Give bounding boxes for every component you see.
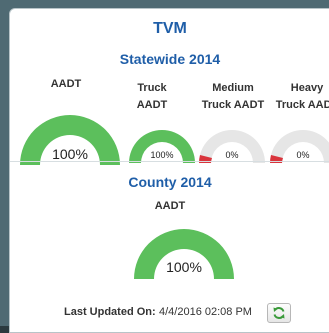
gauge-label-county-aadt: AADT bbox=[154, 200, 186, 212]
last-updated-label: Last Updated On: bbox=[64, 306, 156, 318]
gauge-label-heavy-truck-aadt: Heavy Truck AADT bbox=[275, 82, 329, 111]
window-backdrop: TVM × Statewide 2014 AADT Truck AADT Med… bbox=[0, 0, 329, 333]
panel-title: TVM bbox=[153, 20, 187, 37]
gauge-county-aadt-percent: 100% bbox=[166, 259, 202, 275]
last-updated-value: 4/4/2016 02:08 PM bbox=[159, 306, 252, 318]
refresh-icon bbox=[273, 307, 285, 319]
statewide-section-title: Statewide 2014 bbox=[119, 51, 221, 67]
gauge-statewide-medium-truck-aadt-percent: 0% bbox=[225, 150, 239, 160]
gauge-label-aadt: AADT bbox=[50, 78, 82, 90]
gauge-label-truck-aadt: Truck AADT bbox=[136, 82, 168, 111]
gauge-statewide-aadt-percent: 100% bbox=[52, 146, 88, 162]
refresh-button[interactable] bbox=[267, 303, 291, 323]
gauge-label-medium-truck-aadt: Medium Truck AADT bbox=[201, 82, 265, 111]
section-divider bbox=[10, 161, 329, 162]
tvm-popup-panel: TVM × Statewide 2014 AADT Truck AADT Med… bbox=[9, 8, 329, 333]
gauge-statewide-heavy-truck-aadt-percent: 0% bbox=[296, 150, 310, 160]
gauge-statewide-truck-aadt-percent: 100% bbox=[150, 150, 174, 160]
county-section-title: County 2014 bbox=[128, 174, 212, 190]
